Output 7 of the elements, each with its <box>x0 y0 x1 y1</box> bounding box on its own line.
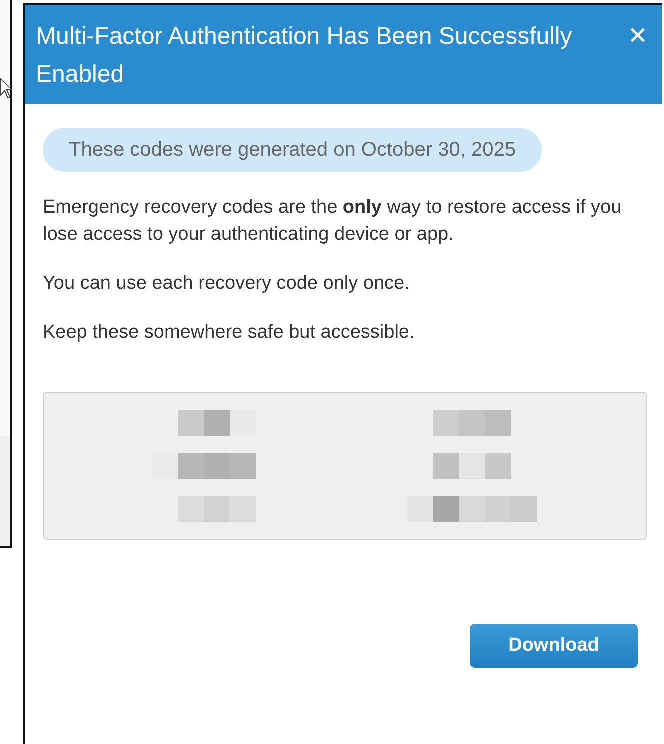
info-text: Emergency recovery codes are the only way to restore access if you lose access to your authenticating device or app. <box>43 196 623 247</box>
info-text: You can use each recovery code only once. <box>43 272 411 296</box>
download-button[interactable]: Download <box>470 624 638 668</box>
dialog-title: Multi-Factor Authentication Has Been Successfully Enabled <box>36 22 574 90</box>
info-text: Keep these somewhere safe but accessible. <box>43 321 416 345</box>
generated-notice: These codes were generated on October 30, 2025 <box>43 128 542 172</box>
close-button[interactable]: ✕ <box>624 22 652 50</box>
